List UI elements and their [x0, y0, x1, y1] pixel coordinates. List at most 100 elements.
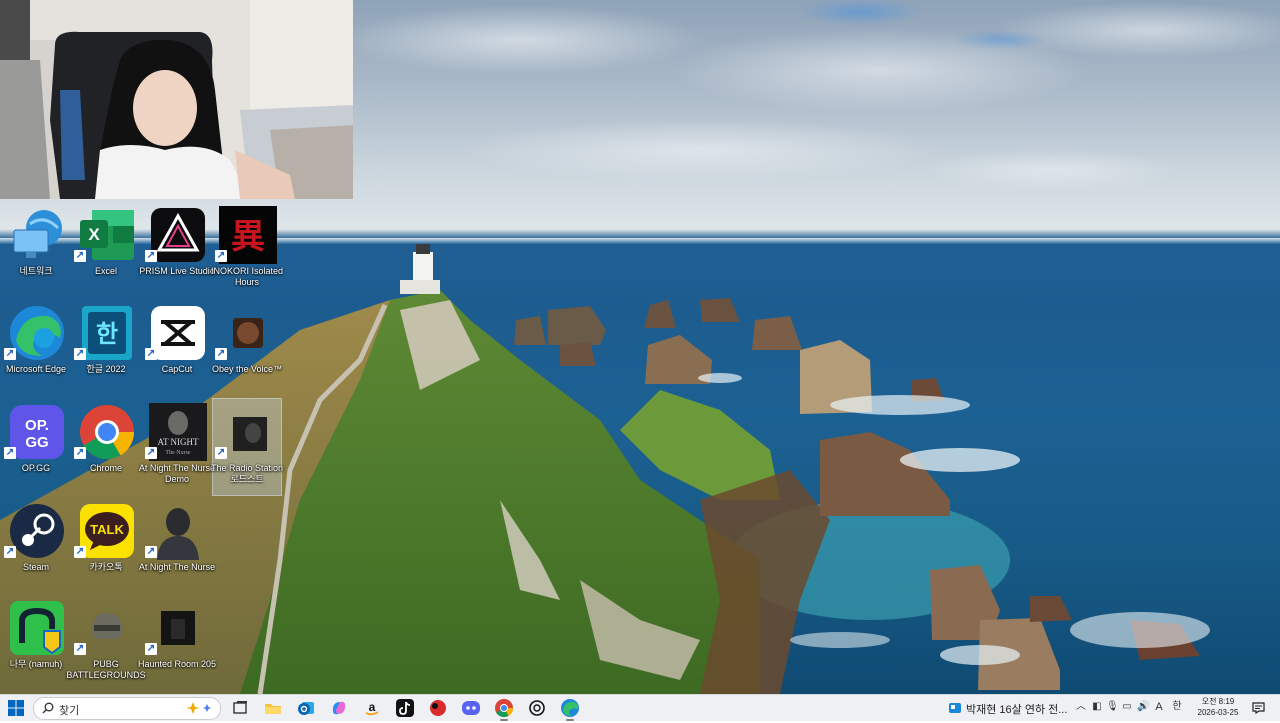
desktop-icon-edge[interactable]: ↗ Microsoft Edge: [2, 300, 70, 396]
tray-app-icon[interactable]: ◧: [1091, 701, 1103, 713]
running-indicator: [500, 719, 508, 721]
shortcut-arrow-icon: ↗: [74, 250, 86, 262]
task-view-icon[interactable]: [230, 698, 250, 718]
icon-label: Steam: [22, 562, 49, 572]
taskbar-clock[interactable]: 오전 8:19 2026-03-25: [1192, 696, 1244, 718]
svg-text:GG: GG: [25, 434, 48, 451]
desktop-icon-at-night[interactable]: ↗ At Night The Nurse: [139, 498, 215, 594]
steam-icon: [10, 504, 64, 558]
shortcut-arrow-icon: ↗: [74, 643, 86, 655]
at-night-icon: [157, 508, 199, 560]
notification-icon[interactable]: [1252, 701, 1265, 714]
prism-icon: [151, 208, 205, 262]
svg-text:a: a: [369, 700, 376, 714]
obey-voice-icon: [233, 318, 263, 348]
haunted-room-icon: [161, 611, 195, 645]
radio-station-icon: [233, 417, 267, 451]
chevron-up-icon[interactable]: ︿: [1075, 701, 1087, 713]
desktop-icon-capcut[interactable]: ↗ CapCut: [143, 300, 211, 396]
shortcut-arrow-icon: ↗: [215, 250, 227, 262]
taskbar-search-box[interactable]: 찾기: [33, 697, 221, 720]
shortcut-arrow-icon: ↗: [145, 348, 157, 360]
shortcut-arrow-icon: ↗: [215, 447, 227, 459]
icon-label: Excel: [94, 266, 117, 276]
shortcut-arrow-icon: ↗: [145, 447, 157, 459]
desktop-icon-chrome[interactable]: ↗ Chrome: [72, 399, 140, 495]
desktop-icon-excel[interactable]: X ↗ Excel: [72, 202, 140, 298]
svg-text:AT NIGHT: AT NIGHT: [157, 437, 199, 447]
icon-label: Microsoft Edge: [5, 364, 67, 374]
icon-label: At Night The Nurse Demo: [138, 463, 216, 484]
shortcut-arrow-icon: ↗: [4, 546, 16, 558]
capcut-icon: [151, 306, 205, 360]
chrome-taskbar-icon[interactable]: [494, 698, 514, 721]
namuh-icon: [10, 601, 64, 655]
kakaotalk-icon: TALK: [80, 504, 134, 558]
inokori-icon: 異: [219, 206, 277, 264]
clock-date: 2026-03-25: [1197, 708, 1239, 717]
edge-taskbar-icon[interactable]: [560, 698, 580, 721]
shortcut-arrow-icon: ↗: [4, 447, 16, 459]
taskbar: 찾기 a 박재현 16살 연하 전... ︿ ◧ 🎙 ▭ 🔊 A 한 오전 8:…: [0, 694, 1280, 721]
windows-start-icon[interactable]: [8, 700, 24, 716]
desktop-icon-radio-station[interactable]: ↗ The Radio Station 로드스트: [211, 398, 283, 496]
shortcut-arrow-icon: ↗: [4, 348, 16, 360]
amazon-icon[interactable]: a: [362, 698, 382, 718]
ime-mode-indicator[interactable]: A: [1153, 701, 1165, 713]
desktop-icon-namuh[interactable]: 나무 (namuh): [2, 595, 70, 691]
icon-label: INOKORI Isolated Hours: [210, 266, 284, 287]
icon-label: Chrome: [89, 463, 122, 473]
discord-icon[interactable]: [461, 698, 481, 718]
file-explorer-icon[interactable]: [263, 698, 283, 718]
hangul-icon: 한: [82, 306, 132, 360]
svg-text:한: 한: [96, 320, 118, 348]
icon-label: CapCut: [161, 364, 193, 374]
icon-label: Obey the Voice™: [211, 364, 283, 374]
desktop-icon-haunted-room[interactable]: ↗ Haunted Room 205: [138, 595, 216, 691]
red-app-icon[interactable]: [428, 698, 448, 718]
shortcut-arrow-icon: ↗: [74, 546, 86, 558]
svg-text:The Nurse: The Nurse: [165, 450, 190, 456]
search-icon: [42, 702, 54, 714]
desktop-icon-kakaotalk[interactable]: TALK ↗ 카카오톡: [72, 498, 140, 594]
desktop-icon-inokori[interactable]: 異 ↗ INOKORI Isolated Hours: [211, 202, 283, 298]
news-widget-icon[interactable]: [948, 701, 962, 715]
at-night-demo-icon: AT NIGHT The Nurse: [149, 403, 207, 461]
volume-icon[interactable]: 🔊: [1137, 701, 1149, 713]
svg-text:TALK: TALK: [90, 522, 124, 537]
news-headline[interactable]: 박재현 16살 연하 전...: [966, 701, 1067, 717]
shortcut-arrow-icon: ↗: [215, 348, 227, 360]
outlook-icon[interactable]: [296, 698, 316, 718]
desktop-icon-at-night-demo[interactable]: AT NIGHT The Nurse ↗ At Night The Nurse …: [139, 399, 215, 495]
icon-label: 한글 2022: [86, 364, 126, 374]
opgg-icon: OP. GG: [10, 405, 64, 459]
copilot-icon[interactable]: [329, 698, 349, 718]
shortcut-arrow-icon: ↗: [74, 447, 86, 459]
webcam-person: [0, 0, 353, 199]
chatgpt-icon[interactable]: [527, 698, 547, 718]
desktop-icon-prism[interactable]: ↗ PRISM Live Studio: [139, 202, 215, 298]
microphone-icon[interactable]: 🎙: [1106, 701, 1119, 713]
network-status-icon[interactable]: ▭: [1121, 701, 1133, 713]
tiktok-icon[interactable]: [395, 698, 415, 718]
edge-icon: [10, 306, 64, 360]
desktop-icon-hangul[interactable]: 한 ↗ 한글 2022: [72, 300, 140, 396]
language-indicator[interactable]: 한: [1171, 701, 1183, 713]
shortcut-arrow-icon: ↗: [145, 250, 157, 262]
desktop-icon-pubg[interactable]: ↗ PUBG BATTLEGROUNDS: [66, 595, 146, 691]
search-placeholder: 찾기: [59, 705, 80, 717]
desktop-icon-opgg[interactable]: OP. GG ↗ OP.GG: [2, 399, 70, 495]
desktop-icon-network[interactable]: 네트워크: [2, 202, 70, 298]
icon-label: OP.GG: [21, 463, 51, 473]
desktop-icon-obey-voice[interactable]: ↗ Obey the Voice™: [212, 300, 282, 396]
pubg-icon: [92, 613, 122, 639]
icon-label: At Night The Nurse: [138, 562, 216, 572]
desktop-icon-steam[interactable]: ↗ Steam: [2, 498, 70, 594]
icon-label: Haunted Room 205: [137, 659, 217, 669]
svg-text:異: 異: [231, 217, 265, 257]
icon-label: The Radio Station 로드스트: [210, 463, 284, 484]
shortcut-arrow-icon: ↗: [74, 348, 86, 360]
webcam-overlay: [0, 0, 353, 199]
chrome-icon: [80, 405, 134, 460]
icon-label: PRISM Live Studio: [139, 266, 215, 276]
